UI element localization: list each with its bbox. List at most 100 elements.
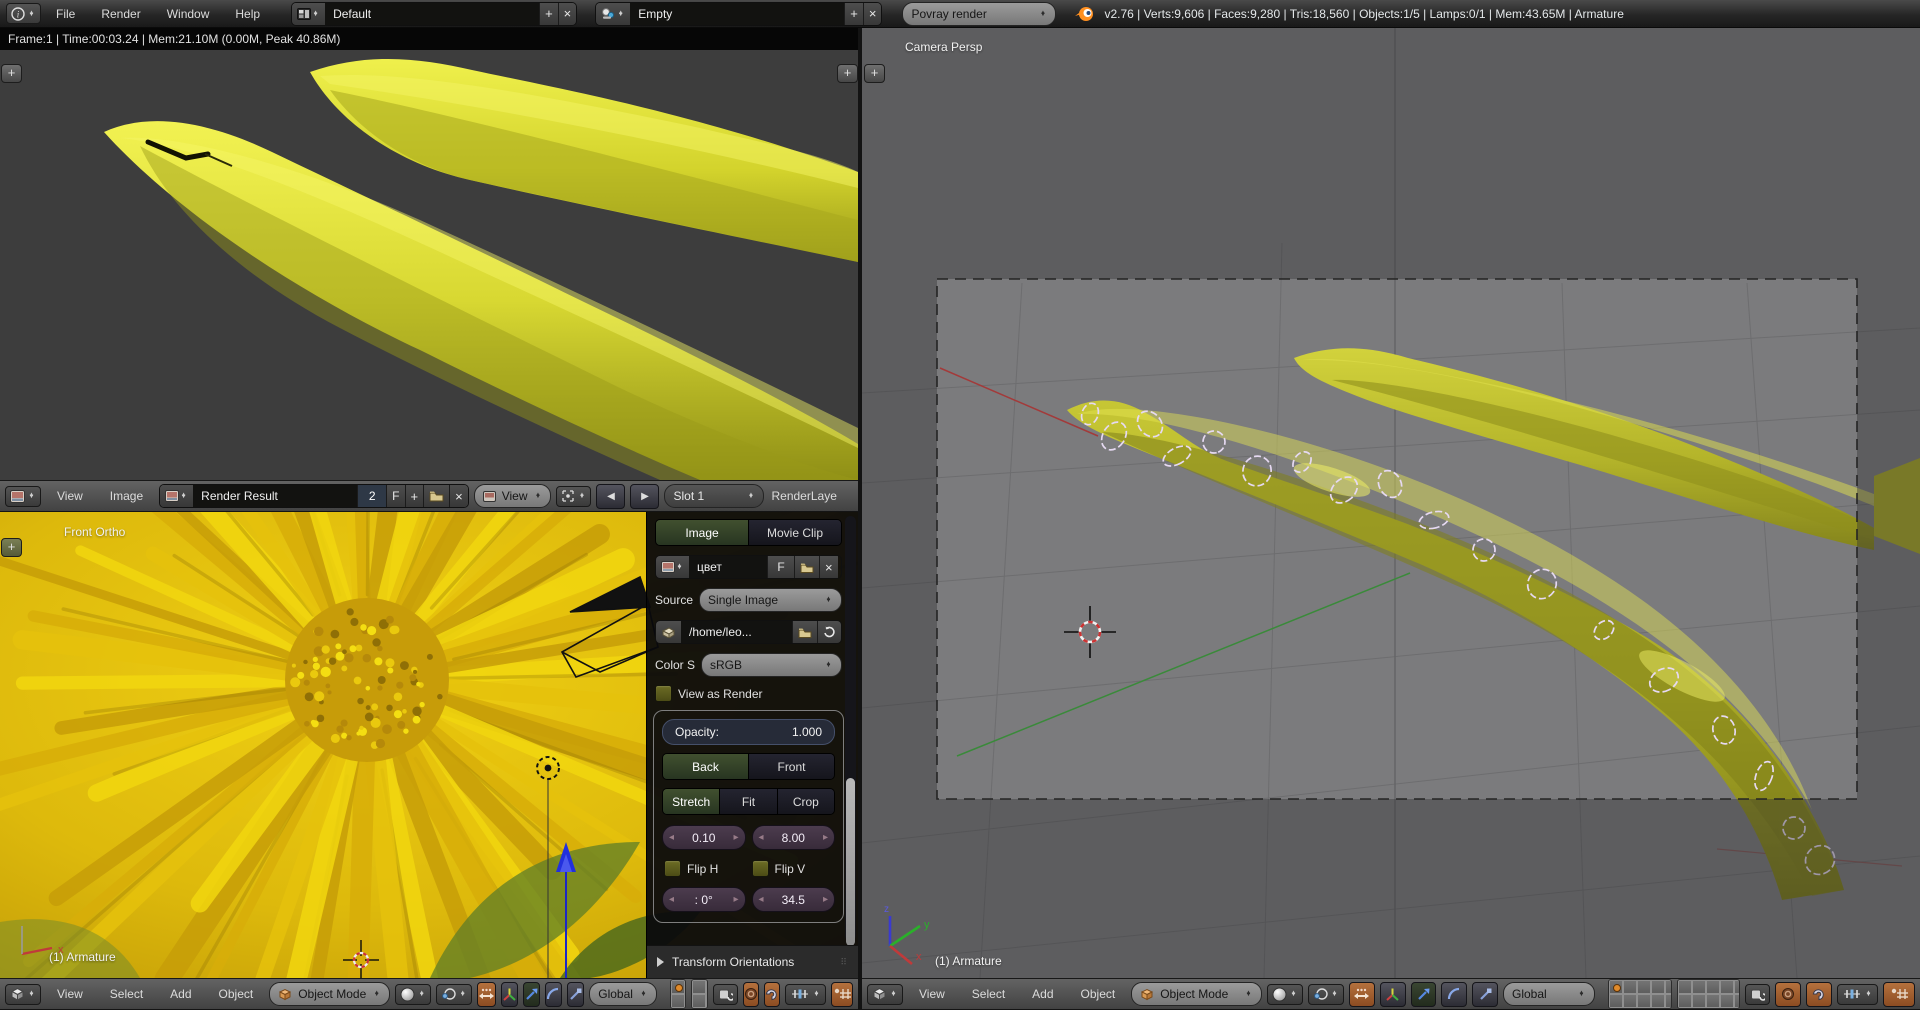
menu-file[interactable]: File [45, 7, 86, 21]
unlink-image-button[interactable]: × [449, 485, 468, 507]
lock-to-scene-button[interactable] [1745, 984, 1770, 1005]
pivot-point-button[interactable] [436, 984, 472, 1005]
browse-image-button[interactable] [160, 485, 193, 507]
menu-view[interactable]: View [46, 987, 94, 1001]
render-slot-dropdown[interactable]: Slot 1 [664, 484, 764, 508]
translate-manipulator-button[interactable] [523, 982, 540, 1007]
delete-scene-button[interactable]: × [863, 3, 882, 25]
manipulator-toggle-button[interactable] [1349, 982, 1375, 1007]
reload-image-button[interactable] [817, 621, 841, 643]
unlink-image-button[interactable]: × [819, 556, 838, 578]
region-expand-tab[interactable]: + [864, 64, 885, 83]
manipulator-axes-button[interactable] [501, 982, 518, 1007]
opengl-render-button[interactable] [831, 982, 853, 1007]
proportional-edit-button[interactable] [1775, 982, 1801, 1007]
panel-scrollbar[interactable] [845, 516, 856, 941]
previous-slot-button[interactable]: ◀ [596, 484, 625, 509]
layers-grid-1[interactable] [1608, 979, 1672, 1009]
layer-cell[interactable] [706, 980, 708, 994]
layer-cell[interactable] [1720, 994, 1734, 1008]
packed-file-button[interactable] [656, 621, 681, 643]
viewport-shading-button[interactable] [1267, 984, 1303, 1005]
layer-cell[interactable] [692, 994, 706, 1008]
delete-layout-button[interactable]: × [558, 3, 577, 25]
view-as-render-checkbox[interactable] [655, 685, 672, 702]
scale-manipulator-button[interactable] [1472, 982, 1498, 1007]
pivot-point-button[interactable] [1308, 984, 1344, 1005]
snap-element-dropdown[interactable] [1837, 984, 1878, 1005]
layer-cell[interactable] [1623, 994, 1637, 1008]
viewport-shading-button[interactable] [395, 984, 431, 1005]
scrollbar-thumb[interactable] [846, 778, 855, 946]
lock-to-scene-button[interactable] [713, 984, 738, 1005]
display-channels-dropdown[interactable]: View [474, 484, 552, 508]
layers-grid-1[interactable] [670, 979, 687, 1009]
viewport-front-ortho[interactable]: x Front Ortho (1) Armature + Image Movie… [0, 512, 858, 978]
browse-image-button[interactable] [656, 556, 689, 578]
fake-user-button[interactable]: F [386, 485, 404, 507]
layer-cell[interactable] [1665, 980, 1672, 994]
fake-user-button[interactable]: F [767, 556, 794, 578]
layer-cell[interactable] [1609, 980, 1623, 994]
add-scene-button[interactable]: + [844, 3, 863, 25]
layer-cell[interactable] [685, 980, 687, 994]
menu-image[interactable]: Image [99, 489, 154, 503]
scene-name-field[interactable]: Empty [630, 3, 844, 25]
layer-cell[interactable] [671, 980, 685, 994]
flip-h-checkbox[interactable] [664, 860, 681, 877]
translate-manipulator-button[interactable] [1411, 982, 1437, 1007]
region-expand-tab[interactable]: + [837, 64, 858, 83]
layout-name-field[interactable]: Default [325, 3, 539, 25]
transform-orientations-panel[interactable]: Transform Orientations ⠿ [647, 945, 858, 978]
layer-cell[interactable] [1692, 980, 1706, 994]
tab-image[interactable]: Image [656, 520, 748, 545]
open-file-button[interactable] [792, 621, 817, 643]
transform-orientation-dropdown[interactable]: Global [589, 982, 657, 1006]
area-separator[interactable] [858, 0, 862, 1010]
offset-y-field[interactable]: 8.00 [752, 825, 836, 850]
method-stretch-button[interactable]: Stretch [663, 789, 719, 814]
filepath-field[interactable]: /home/leo... [681, 621, 792, 643]
offset-x-field[interactable]: 0.10 [662, 825, 746, 850]
render-engine-dropdown[interactable]: Povray render [902, 2, 1056, 26]
manipulator-toggle-button[interactable] [477, 982, 496, 1007]
method-fit-button[interactable]: Fit [719, 789, 776, 814]
render-layer-label[interactable]: RenderLaye [769, 489, 838, 503]
image-editor-viewport[interactable]: Frame:1 | Time:00:03.24 | Mem:21.10M (0.… [0, 28, 858, 480]
menu-object[interactable]: Object [208, 987, 265, 1001]
layer-cell[interactable] [671, 994, 685, 1008]
mode-dropdown[interactable]: Object Mode [269, 982, 390, 1006]
editor-type-button-info[interactable]: i [6, 3, 41, 24]
layer-cell[interactable] [1651, 980, 1665, 994]
layers-grid-2[interactable] [1677, 979, 1741, 1009]
open-image-button[interactable] [423, 485, 449, 507]
manipulator-axes-button[interactable] [1380, 982, 1406, 1007]
opengl-render-button[interactable] [1883, 982, 1915, 1007]
colorspace-dropdown[interactable]: sRGB [701, 653, 842, 677]
menu-object[interactable]: Object [1070, 987, 1127, 1001]
depth-back-button[interactable]: Back [663, 754, 748, 779]
layer-cell[interactable] [1637, 980, 1651, 994]
menu-window[interactable]: Window [156, 7, 221, 21]
flip-v-checkbox[interactable] [752, 860, 769, 877]
layer-cell[interactable] [1720, 980, 1734, 994]
rotate-manipulator-button[interactable] [545, 982, 562, 1007]
add-layout-button[interactable]: + [539, 3, 558, 25]
region-expand-tab[interactable]: + [1, 538, 22, 557]
editor-type-button-3dview[interactable] [867, 984, 903, 1005]
source-dropdown[interactable]: Single Image [699, 588, 842, 612]
tab-movie-clip[interactable]: Movie Clip [748, 520, 841, 545]
snap-toggle-button[interactable] [1806, 982, 1832, 1007]
layer-cell[interactable] [1692, 994, 1706, 1008]
layer-cell[interactable] [1609, 994, 1623, 1008]
editor-type-button-3dview[interactable] [5, 984, 41, 1005]
transform-orientation-dropdown[interactable]: Global [1503, 982, 1595, 1006]
image-name-field[interactable]: Render Result [193, 485, 357, 507]
layer-cell[interactable] [1734, 994, 1741, 1008]
browse-layouts-button[interactable] [292, 3, 325, 25]
menu-view[interactable]: View [46, 489, 94, 503]
layer-cell[interactable] [1706, 980, 1720, 994]
mode-dropdown[interactable]: Object Mode [1131, 982, 1262, 1006]
layer-cell[interactable] [1734, 980, 1741, 994]
layer-cell[interactable] [706, 994, 708, 1008]
